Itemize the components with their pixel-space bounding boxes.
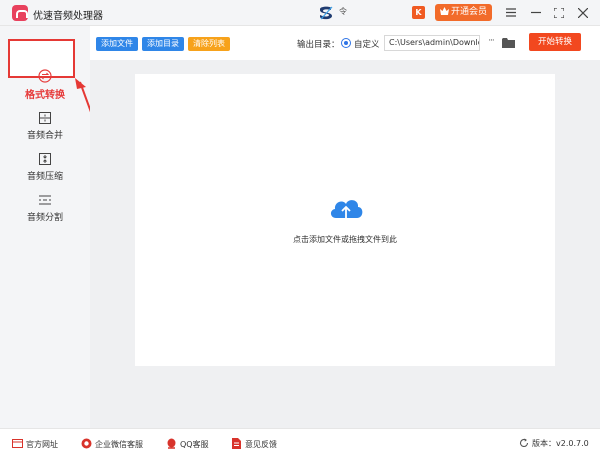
official-site-link[interactable]: 官方网址 xyxy=(12,438,58,450)
wecom-icon xyxy=(81,438,92,449)
merge-icon xyxy=(39,112,51,124)
sidebar-item-audio-split[interactable]: 音频分割 xyxy=(0,193,90,223)
footer-link-label: 意见反馈 xyxy=(245,440,277,449)
app-logo-icon xyxy=(12,5,28,21)
sidebar-item-label: 音频压缩 xyxy=(26,172,63,182)
output-path-field[interactable]: C:\Users\admin\Downlo xyxy=(384,35,480,51)
vip-button[interactable]: 开通会员 xyxy=(435,4,492,21)
split-icon xyxy=(39,195,51,205)
qq-support-link[interactable]: QQ客服 xyxy=(166,438,209,450)
crown-icon xyxy=(439,7,449,15)
footer-link-label: 企业微信客服 xyxy=(95,440,143,449)
footer-link-label: QQ客服 xyxy=(180,440,209,449)
cloud-upload-icon xyxy=(330,200,363,219)
browse-more-button[interactable]: ··· xyxy=(483,36,499,50)
title-bar: 优速音频处理器 令 K 开通会员 xyxy=(0,0,600,26)
footer: 官方网址 企业微信客服 QQ客服 意见反馈 版本：v2.0.7.0 xyxy=(0,428,600,456)
refresh-icon xyxy=(519,438,529,447)
vip-button-label: 开通会员 xyxy=(450,7,487,17)
sidebar-item-label: 音频分割 xyxy=(26,213,63,223)
convert-icon xyxy=(38,69,52,83)
add-folder-button[interactable]: 添加目录 xyxy=(142,37,184,51)
qq-icon xyxy=(167,438,176,449)
vip-badge-icon[interactable]: K xyxy=(412,6,425,19)
footer-link-label: 官方网址 xyxy=(26,440,58,449)
version-label: 版本：v2.0.7.0 xyxy=(532,439,589,448)
app-title: 优速音频处理器 xyxy=(33,11,103,22)
feedback-icon xyxy=(232,438,241,449)
brand-text: 令 xyxy=(339,7,347,16)
start-convert-button[interactable]: 开始转换 xyxy=(529,33,581,51)
wecom-support-link[interactable]: 企业微信客服 xyxy=(81,438,143,450)
maximize-icon[interactable] xyxy=(550,4,568,22)
add-file-button[interactable]: 添加文件 xyxy=(96,37,138,51)
drop-zone-hint: 点击添加文件或拖拽文件到此 xyxy=(293,235,397,244)
feedback-link[interactable]: 意见反馈 xyxy=(231,438,277,450)
custom-output-radio[interactable] xyxy=(341,38,351,48)
folder-icon[interactable] xyxy=(502,37,515,49)
compress-icon xyxy=(39,153,51,165)
clear-list-button[interactable]: 清除列表 xyxy=(188,37,230,51)
file-drop-zone[interactable]: 点击添加文件或拖拽文件到此 xyxy=(135,74,555,366)
output-dir-label: 输出目录： xyxy=(297,40,340,50)
brand-logo-icon xyxy=(320,6,333,20)
close-icon[interactable] xyxy=(574,4,592,22)
menu-icon[interactable] xyxy=(502,4,520,22)
custom-output-label[interactable]: 自定义 xyxy=(354,38,380,50)
version-info[interactable]: 版本：v2.0.7.0 xyxy=(519,438,589,449)
minimize-icon[interactable] xyxy=(527,4,545,22)
website-icon xyxy=(12,439,23,448)
